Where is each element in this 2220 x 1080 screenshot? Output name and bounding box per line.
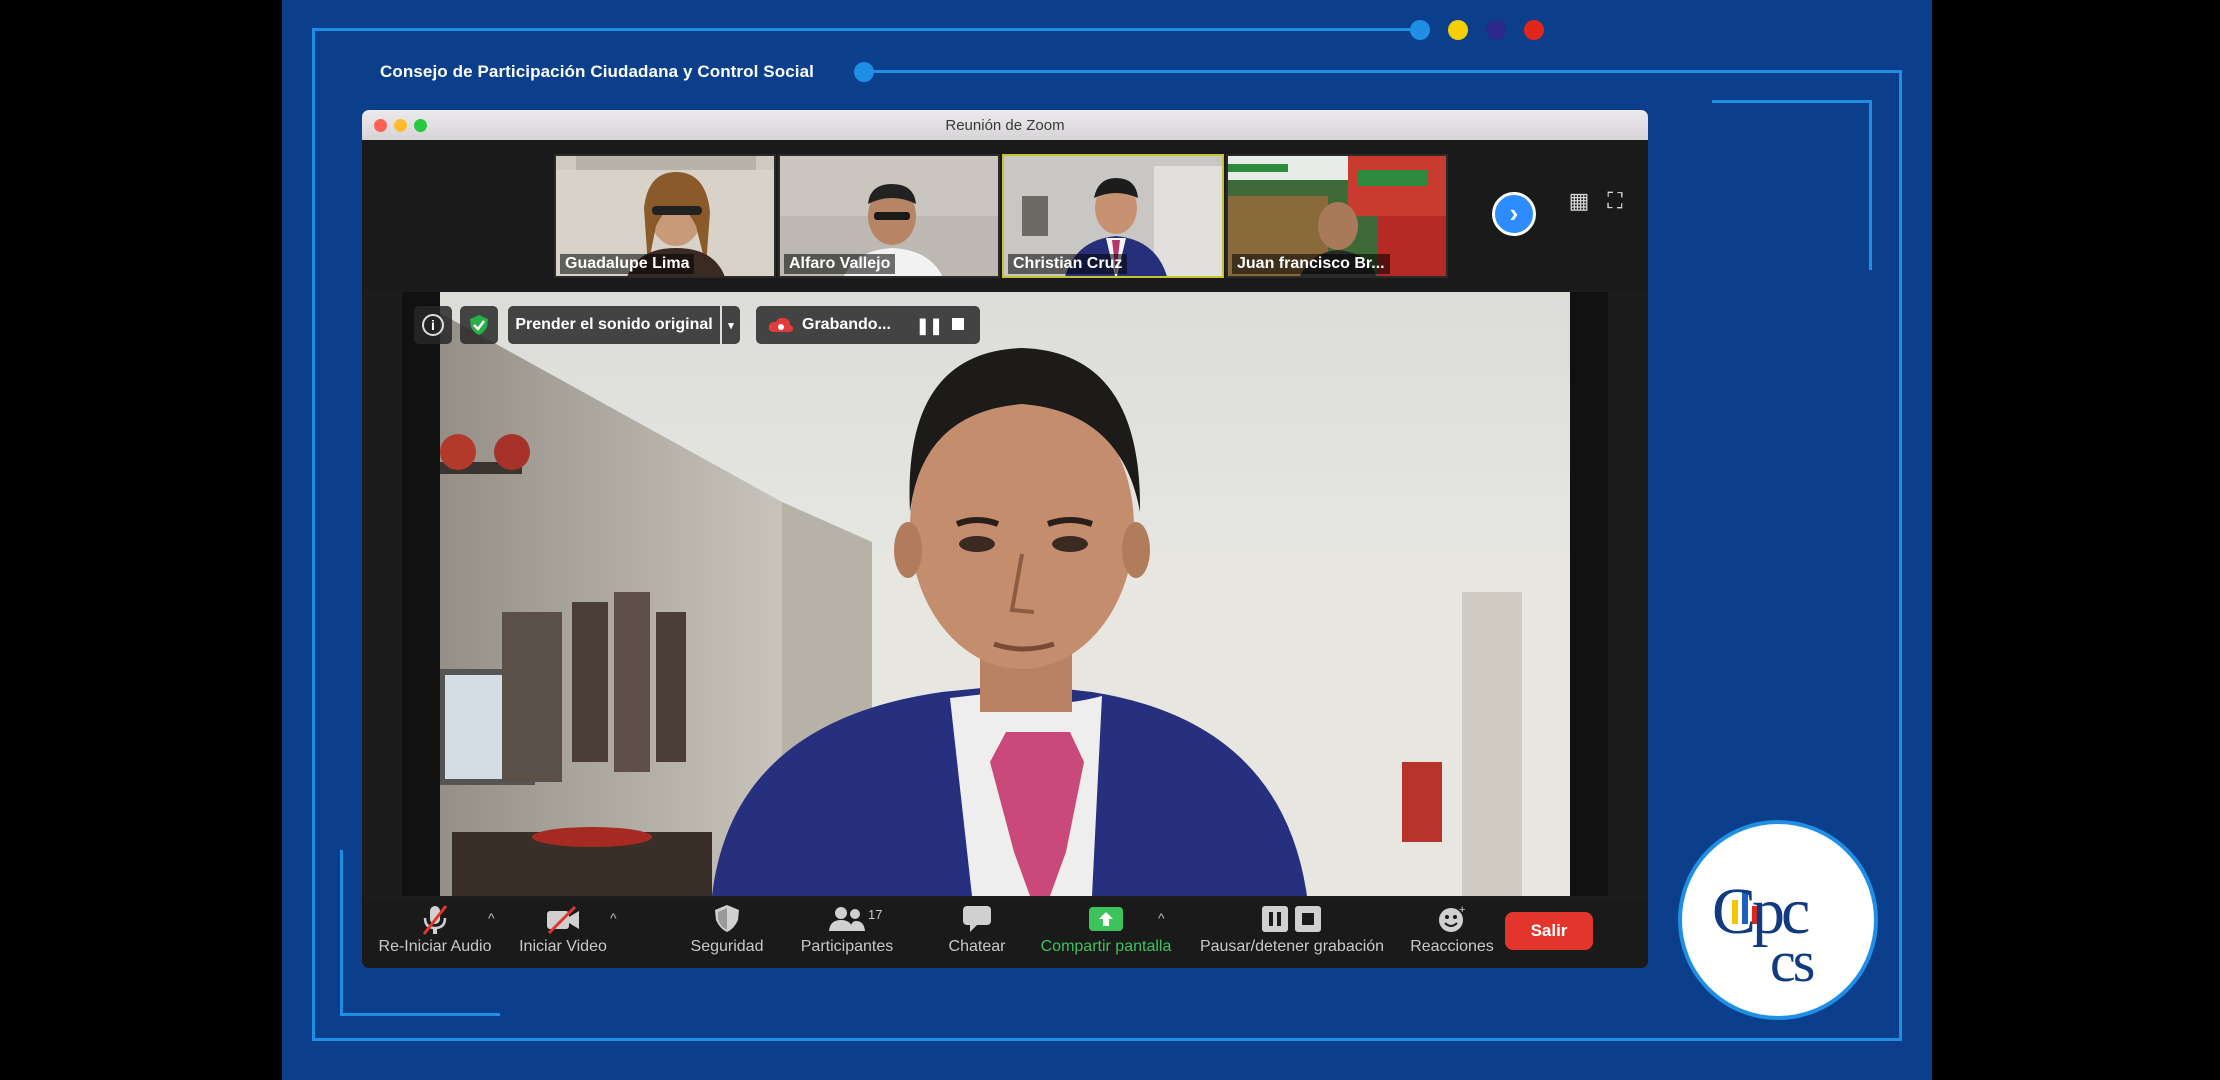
active-speaker-video xyxy=(402,292,1608,896)
reactions-button[interactable]: + Reacciones xyxy=(1402,902,1502,956)
frame-dot-red xyxy=(1524,20,1544,40)
cpccs-logo: Cpc cs xyxy=(1678,820,1878,1020)
cloud-record-icon xyxy=(768,317,794,332)
video-label: Iniciar Video xyxy=(519,938,607,955)
audio-button[interactable]: Re-Iniciar Audio xyxy=(370,902,500,956)
participant-thumb[interactable]: Juan francisco Br... xyxy=(1226,154,1448,278)
gallery-view-icon[interactable]: ▦ xyxy=(1568,190,1590,212)
security-label: Seguridad xyxy=(690,938,764,955)
camera-off-icon xyxy=(547,905,579,935)
reactions-label: Reacciones xyxy=(1410,938,1494,955)
frame-line-inner-right-h xyxy=(1712,100,1872,103)
emoji-icon: + xyxy=(1439,904,1465,932)
original-sound-button[interactable]: Prender el sonido original xyxy=(508,306,720,344)
participant-name: Alfaro Vallejo xyxy=(784,254,896,274)
info-icon: i xyxy=(422,314,444,336)
frame-line-left xyxy=(312,28,315,1040)
shield-check-icon xyxy=(470,315,488,335)
frame-line-inner-left-v xyxy=(340,850,343,1016)
pause-recording-icon[interactable]: ❚❚ xyxy=(916,316,943,336)
participant-strip: Guadalupe Lima Alfaro Vallejo Christian … xyxy=(362,140,1648,290)
speaker-video-scene xyxy=(402,292,1608,896)
original-sound-dropdown[interactable]: ▾ xyxy=(722,306,740,344)
broadcast-frame: Consejo de Participación Ciudadana y Con… xyxy=(282,0,1932,1080)
frame-line-inner-right-v xyxy=(1869,100,1872,270)
frame-line-second xyxy=(862,70,1902,73)
video-button[interactable]: Iniciar Video xyxy=(508,902,618,956)
frame-line-top xyxy=(312,28,1412,31)
video-options-caret[interactable]: ^ xyxy=(610,910,617,926)
original-sound-label: Prender el sonido original xyxy=(515,316,713,333)
logo-text-bottom: cs xyxy=(1770,929,1815,994)
frame-dot-yellow xyxy=(1448,20,1468,40)
svg-text:+: + xyxy=(1459,904,1465,916)
share-screen-icon xyxy=(1089,907,1123,931)
security-button[interactable]: Seguridad xyxy=(672,902,782,956)
audio-options-caret[interactable]: ^ xyxy=(488,910,495,926)
participant-thumb[interactable]: Guadalupe Lima xyxy=(554,154,776,278)
frame-dot-blue xyxy=(1410,20,1430,40)
meeting-toolbar: Re-Iniciar Audio ^ Iniciar Video ^ Segur… xyxy=(362,898,1648,968)
pause-stop-icon xyxy=(1262,906,1321,932)
leave-meeting-button[interactable]: Salir xyxy=(1505,912,1593,950)
fullscreen-icon[interactable]: ⛶ xyxy=(1604,190,1626,212)
window-titlebar: Reunión de Zoom xyxy=(362,110,1648,140)
org-title: Consejo de Participación Ciudadana y Con… xyxy=(380,62,814,81)
share-screen-button[interactable]: Compartir pantalla xyxy=(1016,902,1196,956)
recording-label: Grabando... xyxy=(802,316,891,333)
participant-name: Juan francisco Br... xyxy=(1232,254,1390,274)
window-title: Reunión de Zoom xyxy=(945,117,1065,134)
meeting-info-button[interactable]: i xyxy=(414,306,452,344)
participant-name: Christian Cruz xyxy=(1008,254,1128,274)
share-screen-label: Compartir pantalla xyxy=(1040,938,1172,955)
participant-name: Guadalupe Lima xyxy=(560,254,695,274)
chevron-down-icon: ▾ xyxy=(728,319,734,332)
audio-label: Re-Iniciar Audio xyxy=(378,938,492,955)
pause-stop-recording-label: Pausar/detener grabación xyxy=(1199,938,1385,955)
participant-thumb[interactable]: Alfaro Vallejo xyxy=(778,154,1000,278)
shield-icon xyxy=(715,905,739,932)
participants-count: 17 xyxy=(868,907,883,922)
frame-line-right xyxy=(1899,70,1902,1040)
encryption-shield-button[interactable] xyxy=(460,306,498,344)
frame-line-bottom xyxy=(312,1038,1902,1041)
frame-line-inner-left-h xyxy=(340,1013,500,1016)
share-options-caret[interactable]: ^ xyxy=(1158,910,1165,926)
recording-indicator: Grabando... ❚❚ xyxy=(756,306,980,344)
chat-bubble-icon xyxy=(963,906,991,932)
zoom-window: Reunión de Zoom Guadalupe Lima Alfaro Va… xyxy=(362,110,1648,968)
stop-recording-icon[interactable] xyxy=(952,318,964,330)
participant-thumb-active-speaker[interactable]: Christian Cruz xyxy=(1002,154,1224,278)
mic-muted-icon xyxy=(422,905,448,935)
frame-dot-left xyxy=(854,62,874,82)
participants-label: Participantes xyxy=(800,938,894,955)
frame-dot-purple xyxy=(1486,20,1506,40)
next-participants-button[interactable]: › xyxy=(1492,192,1536,236)
participants-button[interactable]: 17 Participantes xyxy=(782,902,912,956)
people-icon xyxy=(829,907,865,931)
pause-stop-recording-button[interactable]: Pausar/detener grabación xyxy=(1182,902,1402,956)
